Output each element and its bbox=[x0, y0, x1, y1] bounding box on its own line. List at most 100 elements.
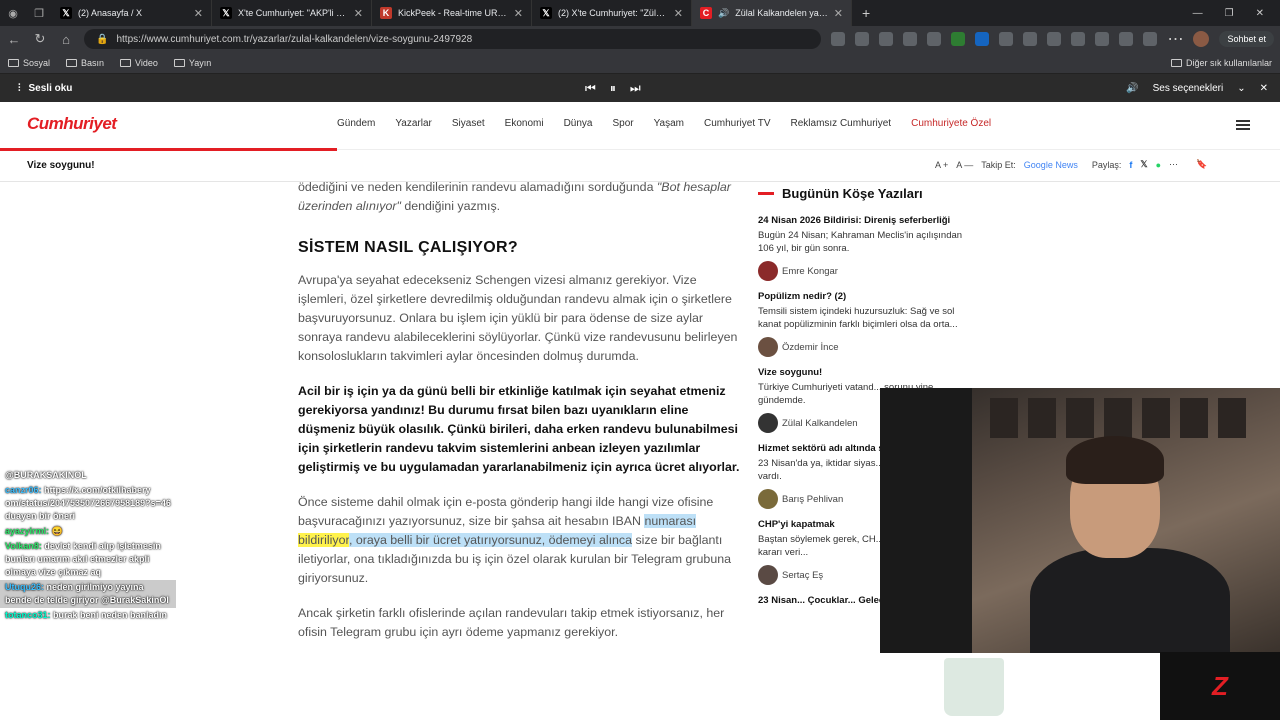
workspaces-icon[interactable]: ❐ bbox=[26, 0, 52, 26]
split-screen-icon[interactable] bbox=[1023, 32, 1038, 46]
hamburger-menu-icon[interactable] bbox=[1236, 120, 1250, 130]
avatar[interactable] bbox=[1193, 31, 1210, 47]
close-icon[interactable]: ✕ bbox=[354, 7, 363, 20]
close-icon[interactable]: ✕ bbox=[1260, 83, 1268, 94]
google-news-link[interactable]: Google News bbox=[1024, 160, 1078, 170]
font-decrease-icon[interactable]: A — bbox=[956, 160, 973, 170]
author-name[interactable]: Zülal Kalkandelen bbox=[782, 418, 858, 429]
bookmark-folder-other[interactable]: Diğer sık kullanılanlar bbox=[1170, 57, 1272, 68]
browser-tab-1[interactable]: 𝕏 (2) Anasayfa / X ✕ bbox=[52, 0, 212, 26]
author-name[interactable]: Sertaç Eş bbox=[782, 570, 823, 581]
lock-icon: 🔒 bbox=[96, 33, 109, 45]
column-item[interactable]: Popülizm nedir? (2) Temsili sistem içind… bbox=[758, 291, 973, 357]
cumhuriyet-icon: C bbox=[700, 7, 712, 19]
pause-icon[interactable]: ⏸ bbox=[610, 81, 616, 96]
nav-item-yazarlar[interactable]: Yazarlar bbox=[395, 118, 432, 129]
nav-item-spor[interactable]: Spor bbox=[612, 118, 633, 129]
extensions-puzzle-icon[interactable] bbox=[1047, 32, 1062, 46]
microphone-arm bbox=[880, 388, 972, 653]
chevron-down-icon[interactable]: ⌄ bbox=[1237, 83, 1245, 94]
browser-tab-5-active[interactable]: C 🔊 Zülal Kalkandelen yazdı : Vize ✕ bbox=[692, 0, 852, 26]
nav-item-cumhuriyete-ozel[interactable]: Cumhuriyete Özel bbox=[911, 118, 991, 129]
glass-cup bbox=[944, 658, 1004, 716]
extension-icon[interactable] bbox=[975, 32, 990, 46]
column-title[interactable]: Popülizm nedir? (2) bbox=[758, 291, 973, 302]
author-name[interactable]: Barış Pehlivan bbox=[782, 494, 843, 505]
font-increase-icon[interactable]: A + bbox=[935, 160, 948, 170]
close-icon[interactable]: ✕ bbox=[674, 7, 683, 20]
nav-item-ekonomi[interactable]: Ekonomi bbox=[505, 118, 544, 129]
previous-icon[interactable]: ⏮ bbox=[585, 81, 596, 96]
extension-icon[interactable] bbox=[903, 32, 918, 46]
favorites-icon[interactable] bbox=[1071, 32, 1086, 46]
copilot-chat-button[interactable]: Sohbet et bbox=[1219, 31, 1274, 47]
nav-item-siyaset[interactable]: Siyaset bbox=[452, 118, 485, 129]
restore-icon[interactable]: ❐ bbox=[1225, 8, 1234, 19]
read-aloud-current-word: bildiriliyor bbox=[298, 533, 349, 547]
bookmark-folder-yayin[interactable]: Yayın bbox=[173, 58, 211, 68]
chat-message: Volkan8: devlet kendi alıp işletmesin bu… bbox=[0, 539, 176, 580]
avatar bbox=[758, 489, 778, 509]
stream-chat-overlay: @BURAKSAKINOL canzr06: https://x.com/otk… bbox=[0, 468, 176, 623]
chat-message: ayazyirmi: 😆 bbox=[0, 524, 176, 539]
downloads-icon[interactable] bbox=[1119, 32, 1134, 46]
bookmark-label: Diğer sık kullanılanlar bbox=[1185, 57, 1272, 68]
x-icon: 𝕏 bbox=[540, 7, 552, 19]
x-share-icon[interactable]: 𝕏 bbox=[1140, 159, 1147, 170]
browser-tab-4[interactable]: 𝕏 (2) X'te Cumhuriyet: "Zülal Kalkand ✕ bbox=[532, 0, 692, 26]
close-icon[interactable]: ✕ bbox=[834, 7, 843, 20]
url-field[interactable]: 🔒 https://www.cumhuriyet.com.tr/yazarlar… bbox=[84, 29, 822, 49]
translate-icon[interactable] bbox=[855, 32, 870, 46]
facebook-icon[interactable]: f bbox=[1129, 160, 1132, 170]
bookmark-folder-video[interactable]: Video bbox=[120, 58, 158, 68]
column-item[interactable]: 24 Nisan 2026 Bildirisi: Direniş seferbe… bbox=[758, 215, 973, 281]
collections-icon[interactable] bbox=[1095, 32, 1110, 46]
browser-tab-3[interactable]: K KickPeek - Real-time URL Crawler ✕ bbox=[372, 0, 532, 26]
window-close-icon[interactable]: ✕ bbox=[1256, 8, 1264, 19]
site-logo[interactable]: Cumhuriyet bbox=[27, 114, 117, 134]
bookmark-icon[interactable]: 🔖 bbox=[1196, 159, 1207, 170]
extension-icon[interactable] bbox=[999, 32, 1014, 46]
column-title[interactable]: 24 Nisan 2026 Bildirisi: Direniş seferbe… bbox=[758, 215, 973, 226]
avatar bbox=[758, 413, 778, 433]
extension-icon[interactable] bbox=[951, 32, 966, 46]
back-icon[interactable]: ← bbox=[6, 32, 22, 47]
more-menu-icon[interactable]: ⋯ bbox=[1167, 29, 1183, 49]
article-topic: Vize soygunu! bbox=[27, 160, 95, 171]
extension-icon[interactable] bbox=[927, 32, 942, 46]
home-icon[interactable]: ⌂ bbox=[58, 32, 74, 47]
column-title[interactable]: Vize soygunu! bbox=[758, 367, 973, 378]
nav-item-yasam[interactable]: Yaşam bbox=[654, 118, 684, 129]
nav-item-dunya[interactable]: Dünya bbox=[564, 118, 593, 129]
author-name[interactable]: Emre Kongar bbox=[782, 266, 838, 277]
next-icon[interactable]: ⏭ bbox=[630, 81, 641, 96]
history-icon[interactable] bbox=[1143, 32, 1158, 46]
tab-title: X'te Cumhuriyet: "AKP'li Cumhurba bbox=[238, 8, 348, 18]
whatsapp-icon[interactable]: ● bbox=[1156, 160, 1161, 170]
profile-icon[interactable]: ◉ bbox=[0, 0, 26, 26]
new-tab-icon[interactable]: + bbox=[852, 5, 880, 21]
text-span: dendiğini yazmış. bbox=[400, 199, 501, 213]
reload-icon[interactable]: ↻ bbox=[32, 31, 48, 47]
browser-tab-2[interactable]: 𝕏 X'te Cumhuriyet: "AKP'li Cumhurba ✕ bbox=[212, 0, 372, 26]
read-aloud-icon[interactable] bbox=[831, 32, 846, 46]
nav-item-reklamsiz[interactable]: Reklamsız Cumhuriyet bbox=[791, 118, 892, 129]
bookmark-folder-sosyal[interactable]: Sosyal bbox=[8, 58, 50, 68]
bookmark-folder-basin[interactable]: Basın bbox=[66, 58, 104, 68]
author-name[interactable]: Özdemir İnce bbox=[782, 342, 839, 353]
article-paragraph: Önce sisteme dahil olmak için e-posta gö… bbox=[298, 493, 743, 588]
nav-item-gundem[interactable]: Gündem bbox=[337, 118, 375, 129]
site-header: Cumhuriyet Gündem Yazarlar Siyaset Ekono… bbox=[0, 102, 1280, 150]
voice-options-button[interactable]: Ses seçenekleri bbox=[1153, 83, 1224, 94]
close-icon[interactable]: ✕ bbox=[194, 7, 203, 20]
voice-options-icon: 🔊 bbox=[1126, 82, 1139, 94]
nav-item-cumhuriyet-tv[interactable]: Cumhuriyet TV bbox=[704, 118, 771, 129]
close-icon[interactable]: ✕ bbox=[514, 7, 523, 20]
tab-title: Zülal Kalkandelen yazdı : Vize bbox=[735, 8, 828, 18]
speaker-icon: 🔊 bbox=[718, 7, 730, 18]
minimize-icon[interactable]: — bbox=[1193, 8, 1203, 19]
favorite-star-icon[interactable] bbox=[879, 32, 894, 46]
chat-username: canzr06: bbox=[5, 485, 42, 495]
folder-icon bbox=[8, 58, 19, 67]
more-share-icon[interactable]: ⋯ bbox=[1169, 159, 1178, 170]
